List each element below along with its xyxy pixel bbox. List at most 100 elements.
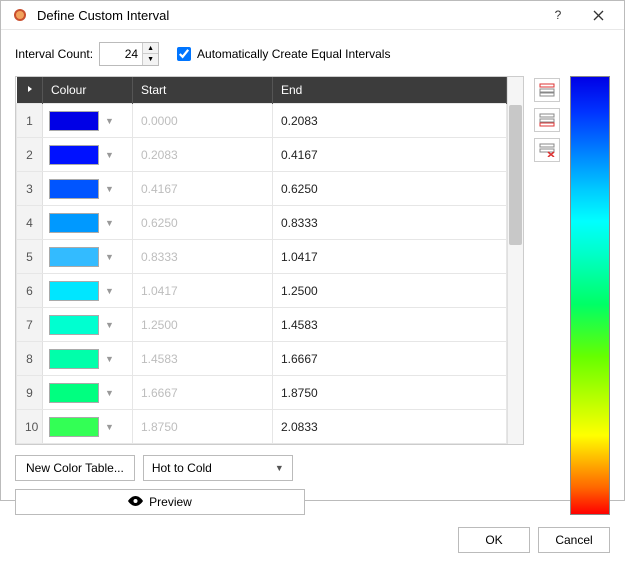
row-index: 8 [17,342,43,376]
auto-intervals-label: Automatically Create Equal Intervals [197,47,390,61]
colour-cell[interactable]: ▼ [43,138,133,172]
row-index: 4 [17,206,43,240]
colour-cell[interactable]: ▼ [43,308,133,342]
colour-cell[interactable]: ▼ [43,240,133,274]
chevron-down-icon[interactable]: ▼ [105,422,114,432]
row-index: 10 [17,410,43,444]
preview-label: Preview [149,495,192,509]
colour-cell[interactable]: ▼ [43,172,133,206]
colour-swatch [49,349,99,369]
colour-swatch [49,417,99,437]
colour-cell[interactable]: ▼ [43,206,133,240]
add-interval-above-button[interactable] [534,78,560,102]
header-start[interactable]: Start [133,77,273,104]
end-cell[interactable]: 1.6667 [273,342,507,376]
end-cell[interactable]: 1.0417 [273,240,507,274]
chevron-down-icon[interactable]: ▼ [105,218,114,228]
interval-count-spinner[interactable]: ▲ ▼ [99,42,159,66]
table-row[interactable]: 5 ▼ 0.83331.0417 [17,240,507,274]
start-cell[interactable]: 1.8750 [133,410,273,444]
chevron-down-icon[interactable]: ▼ [105,286,114,296]
start-cell[interactable]: 1.0417 [133,274,273,308]
end-cell[interactable]: 0.2083 [273,104,507,138]
end-cell[interactable]: 0.8333 [273,206,507,240]
end-cell[interactable]: 0.4167 [273,138,507,172]
delete-interval-button[interactable] [534,138,560,162]
colour-swatch [49,145,99,165]
ok-button[interactable]: OK [458,527,530,553]
end-cell[interactable]: 2.0833 [273,410,507,444]
table-row[interactable]: 6 ▼ 1.04171.2500 [17,274,507,308]
cancel-button[interactable]: Cancel [538,527,610,553]
colour-swatch [49,213,99,233]
table-row[interactable]: 2 ▼ 0.20830.4167 [17,138,507,172]
start-cell[interactable]: 0.0000 [133,104,273,138]
new-color-table-button[interactable]: New Color Table... [15,455,135,481]
table-row[interactable]: 10 ▼ 1.87502.0833 [17,410,507,444]
table-row[interactable]: 7 ▼ 1.25001.4583 [17,308,507,342]
end-cell[interactable]: 1.8750 [273,376,507,410]
interval-count-label: Interval Count: [15,47,93,61]
auto-intervals-checkbox[interactable] [177,47,191,61]
color-preset-value: Hot to Cold [152,461,212,475]
end-cell[interactable]: 0.6250 [273,172,507,206]
colour-swatch [49,179,99,199]
chevron-down-icon[interactable]: ▼ [105,150,114,160]
header-end[interactable]: End [273,77,507,104]
row-index: 2 [17,138,43,172]
gradient-preview [570,76,610,515]
colour-swatch [49,247,99,267]
table-row[interactable]: 3▼0.41670.6250 [17,172,507,206]
chevron-down-icon[interactable]: ▼ [105,354,114,364]
chevron-down-icon[interactable]: ▼ [105,116,114,126]
start-cell[interactable]: 0.6250 [133,206,273,240]
start-cell[interactable]: 0.8333 [133,240,273,274]
row-index: 7 [17,308,43,342]
color-preset-dropdown[interactable]: Hot to Cold ▼ [143,455,293,481]
add-interval-below-button[interactable] [534,108,560,132]
eye-icon [128,495,143,509]
chevron-down-icon[interactable]: ▼ [105,320,114,330]
table-row[interactable]: 8 ▼ 1.45831.6667 [17,342,507,376]
spinner-down[interactable]: ▼ [143,54,158,65]
table-scrollbar[interactable] [507,77,523,444]
colour-cell[interactable]: ▼ [43,376,133,410]
start-cell[interactable]: 0.2083 [133,138,273,172]
table-row[interactable]: 4 ▼ 0.62500.8333 [17,206,507,240]
colour-cell[interactable]: ▼ [43,104,133,138]
start-cell[interactable]: 0.4167 [133,172,273,206]
dialog-title: Define Custom Interval [37,8,538,23]
interval-count-input[interactable] [100,45,142,63]
colour-swatch [49,281,99,301]
start-cell[interactable]: 1.2500 [133,308,273,342]
header-colour[interactable]: Colour [43,77,133,104]
define-custom-interval-dialog: Define Custom Interval ? Interval Count:… [0,0,625,501]
row-index: 6 [17,274,43,308]
side-buttons [534,76,560,515]
row-index: 5 [17,240,43,274]
spinner-up[interactable]: ▲ [143,43,158,54]
top-row: Interval Count: ▲ ▼ Automatically Create… [15,42,610,66]
dialog-body: Interval Count: ▲ ▼ Automatically Create… [1,30,624,567]
app-icon [11,6,29,24]
start-cell[interactable]: 1.4583 [133,342,273,376]
help-button[interactable]: ? [538,1,578,29]
chevron-down-icon[interactable]: ▼ [105,252,114,262]
colour-cell[interactable]: ▼ [43,410,133,444]
start-cell[interactable]: 1.6667 [133,376,273,410]
table-row[interactable]: 1▼0.00000.2083 [17,104,507,138]
colour-cell[interactable]: ▼ [43,342,133,376]
close-button[interactable] [578,1,618,29]
end-cell[interactable]: 1.2500 [273,274,507,308]
table-header-row: Colour Start End [17,77,507,104]
chevron-down-icon[interactable]: ▼ [105,388,114,398]
titlebar: Define Custom Interval ? [1,1,624,30]
intervals-table: Colour Start End 1▼0.00000.20832▼0.20830… [15,76,524,445]
colour-cell[interactable]: ▼ [43,274,133,308]
row-index: 9 [17,376,43,410]
chevron-down-icon[interactable]: ▼ [105,184,114,194]
preview-button[interactable]: Preview [15,489,305,515]
chevron-down-icon: ▼ [275,463,284,473]
table-row[interactable]: 9 ▼ 1.66671.8750 [17,376,507,410]
end-cell[interactable]: 1.4583 [273,308,507,342]
